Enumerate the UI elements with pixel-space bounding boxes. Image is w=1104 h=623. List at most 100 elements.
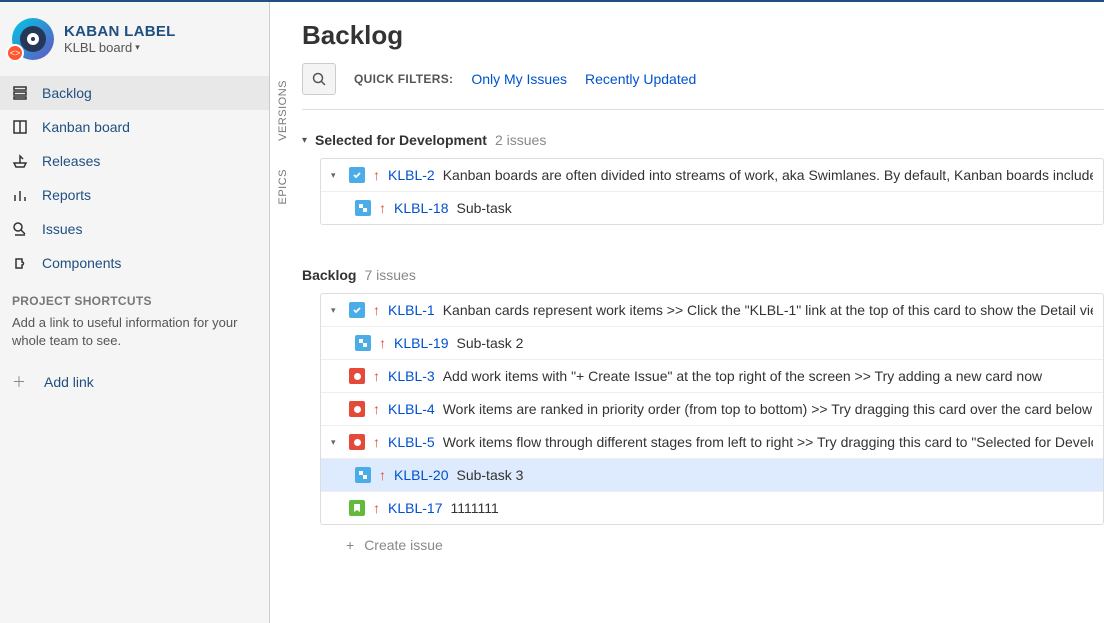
sidebar: <> KABAN LABEL KLBL board ▾ Backlog — [0, 2, 270, 623]
expand-icon[interactable]: ▾ — [331, 305, 341, 316]
priority-up-icon: ↑ — [373, 167, 380, 183]
issue-summary: 1111111 — [450, 500, 498, 516]
priority-up-icon: ↑ — [379, 467, 386, 483]
bug-type-icon — [349, 434, 365, 450]
backlog-issue-list: ▾ ↑ KLBL-1 Kanban cards represent work i… — [320, 293, 1104, 525]
nav-reports[interactable]: Reports — [0, 178, 269, 212]
issue-key-link[interactable]: KLBL-20 — [394, 467, 448, 483]
selected-issue-list: ▾ ↑ KLBL-2 Kanban boards are often divid… — [320, 158, 1104, 225]
nav-label: Kanban board — [42, 119, 130, 135]
content: Backlog QUICK FILTERS: Only My Issues Re… — [296, 2, 1104, 623]
backlog-icon — [12, 85, 28, 101]
issue-row[interactable]: ↑ KLBL-3 Add work items with "+ Create I… — [321, 360, 1103, 393]
filter-recently-updated[interactable]: Recently Updated — [585, 71, 696, 87]
nav-label: Components — [42, 255, 121, 271]
chevron-down-icon: ▾ — [135, 42, 140, 53]
bug-type-icon — [349, 401, 365, 417]
selected-section: ▾ Selected for Development 2 issues ▾ ↑ … — [302, 128, 1104, 225]
expand-icon: ▾ — [302, 135, 307, 146]
issue-row[interactable]: ↑ KLBL-19 Sub-task 2 — [321, 327, 1103, 360]
issue-key-link[interactable]: KLBL-1 — [388, 302, 435, 318]
shortcuts-title: PROJECT SHORTCUTS — [12, 294, 257, 308]
quick-filters-bar: QUICK FILTERS: Only My Issues Recently U… — [302, 63, 1104, 110]
sub-type-icon — [355, 200, 371, 216]
board-icon — [12, 119, 28, 135]
app: <> KABAN LABEL KLBL board ▾ Backlog — [0, 0, 1104, 623]
board-switcher[interactable]: KLBL board ▾ — [64, 40, 176, 55]
section-title: Selected for Development — [315, 132, 487, 148]
quick-filters-label: QUICK FILTERS: — [354, 72, 453, 86]
puzzle-icon — [12, 255, 28, 271]
sub-type-icon — [355, 335, 371, 351]
priority-up-icon: ↑ — [373, 434, 380, 450]
priority-up-icon: ↑ — [373, 368, 380, 384]
nav-issues[interactable]: Issues — [0, 212, 269, 246]
issue-row[interactable]: ↑ KLBL-17 1111111 — [321, 492, 1103, 524]
page-title: Backlog — [302, 20, 1104, 51]
issue-row[interactable]: ↑ KLBL-20 Sub-task 3 — [321, 459, 1103, 492]
section-count: 2 issues — [495, 132, 546, 148]
issue-row[interactable]: ↑ KLBL-4 Work items are ranked in priori… — [321, 393, 1103, 426]
plus-icon: + — [346, 537, 354, 553]
issue-key-link[interactable]: KLBL-3 — [388, 368, 435, 384]
priority-up-icon: ↑ — [373, 302, 380, 318]
shortcuts-desc: Add a link to useful information for you… — [12, 314, 257, 350]
create-issue-label: Create issue — [364, 537, 443, 553]
versions-rail[interactable]: VERSIONS — [277, 80, 289, 141]
priority-up-icon: ↑ — [379, 200, 386, 216]
nav-label: Reports — [42, 187, 91, 203]
issue-row[interactable]: ↑ KLBL-18 Sub-task — [321, 192, 1103, 224]
task-type-icon — [349, 167, 365, 183]
side-rails: VERSIONS EPICS — [270, 2, 296, 623]
project-name: KABAN LABEL — [64, 23, 176, 40]
project-avatar: <> — [12, 18, 54, 60]
nav-backlog[interactable]: Backlog — [0, 76, 269, 110]
section-header[interactable]: ▾ Selected for Development 2 issues — [302, 128, 1104, 158]
epics-rail[interactable]: EPICS — [277, 169, 289, 205]
add-link-label: Add link — [44, 374, 94, 390]
issue-summary: Work items flow through different stages… — [443, 434, 1093, 450]
issue-key-link[interactable]: KLBL-17 — [388, 500, 442, 516]
issue-key-link[interactable]: KLBL-19 — [394, 335, 448, 351]
issue-key-link[interactable]: KLBL-5 — [388, 434, 435, 450]
story-type-icon — [349, 500, 365, 516]
issue-row[interactable]: ▾ ↑ KLBL-2 Kanban boards are often divid… — [321, 159, 1103, 192]
search-list-icon — [12, 221, 28, 237]
priority-up-icon: ↑ — [373, 401, 380, 417]
filter-only-my-issues[interactable]: Only My Issues — [471, 71, 567, 87]
plus-icon: ＋ — [12, 372, 26, 392]
section-title: Backlog — [302, 267, 356, 283]
project-header: <> KABAN LABEL KLBL board ▾ — [0, 12, 269, 70]
issue-key-link[interactable]: KLBL-2 — [388, 167, 435, 183]
task-type-icon — [349, 302, 365, 318]
expand-icon[interactable]: ▾ — [331, 170, 341, 181]
expand-icon[interactable]: ▾ — [331, 437, 341, 448]
nav-kanban[interactable]: Kanban board — [0, 110, 269, 144]
code-badge-icon: <> — [6, 44, 24, 62]
nav-releases[interactable]: Releases — [0, 144, 269, 178]
search-button[interactable] — [302, 63, 336, 95]
issue-summary: Sub-task 2 — [456, 335, 523, 351]
issue-summary: Work items are ranked in priority order … — [443, 401, 1093, 417]
main: VERSIONS EPICS Backlog QUICK FILTERS: On… — [270, 2, 1104, 623]
issue-summary: Sub-task — [456, 200, 511, 216]
section-header[interactable]: Backlog 7 issues — [302, 263, 1104, 293]
issue-summary: Add work items with "+ Create Issue" at … — [443, 368, 1042, 384]
issue-row[interactable]: ▾ ↑ KLBL-1 Kanban cards represent work i… — [321, 294, 1103, 327]
issue-row[interactable]: ▾ ↑ KLBL-5 Work items flow through diffe… — [321, 426, 1103, 459]
issue-summary: Kanban boards are often divided into str… — [443, 167, 1093, 183]
issue-key-link[interactable]: KLBL-4 — [388, 401, 435, 417]
add-link-button[interactable]: ＋ Add link — [0, 358, 269, 406]
priority-up-icon: ↑ — [373, 500, 380, 516]
create-issue-button[interactable]: + Create issue — [302, 525, 1104, 553]
issue-summary: Sub-task 3 — [456, 467, 523, 483]
nav-label: Backlog — [42, 85, 92, 101]
nav-label: Issues — [42, 221, 82, 237]
nav-components[interactable]: Components — [0, 246, 269, 280]
ship-icon — [12, 153, 28, 169]
bug-type-icon — [349, 368, 365, 384]
section-count: 7 issues — [364, 267, 415, 283]
issue-key-link[interactable]: KLBL-18 — [394, 200, 448, 216]
sub-type-icon — [355, 467, 371, 483]
priority-up-icon: ↑ — [379, 335, 386, 351]
